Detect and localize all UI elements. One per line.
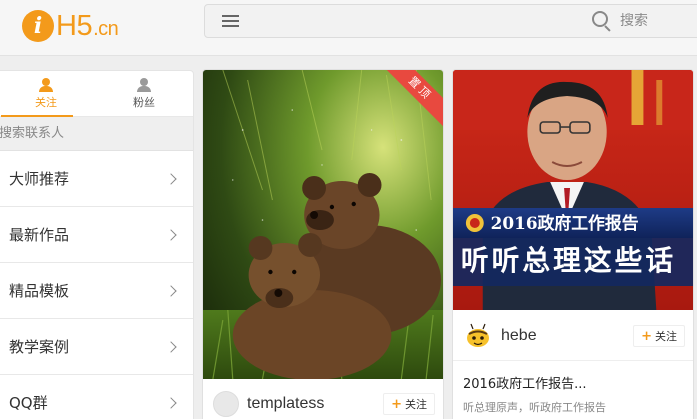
author-row: hebe + 关注 [453,314,693,358]
sidebar-item-label: 教学案例 [9,338,70,356]
ih5-logo[interactable]: i H5.cn [22,8,119,44]
sidebar-item-master-recommend[interactable]: 大师推荐 [0,151,193,207]
sidebar-item-premium-templates[interactable]: 精品模板 [0,263,193,319]
follow-button[interactable]: + 关注 [383,393,435,415]
banner-subtitle: 听听总理这些话 [461,244,676,277]
author-name[interactable]: hebe [501,327,633,345]
sidebar-item-label: QQ群 [9,394,48,412]
sidebar: 关注 粉丝 搜索联系人 大师推荐 最新作品 精品模板 教学案例 QQ群 [0,70,194,419]
search-bar[interactable] [255,4,697,38]
sidebar-item-qq-group[interactable]: QQ群 [0,375,193,419]
logo-suffix: .cn [93,17,119,40]
chevron-right-icon [165,172,177,185]
active-tab-indicator [1,115,73,117]
search-icon[interactable] [592,11,612,32]
government-report-banner-image[interactable]: 2016政府工作报告 听听总理这些话 [453,70,693,310]
work-card[interactable]: 置顶 templatess + 关注 [202,69,444,419]
top-header: i H5.cn [0,0,697,56]
card-description: 听总理原声，听政府工作报告 [463,401,606,414]
chevron-right-icon [165,340,177,353]
chevron-right-icon [165,396,177,409]
tab-fans-label: 粉丝 [133,95,155,109]
card-title[interactable]: 2016政府工作报告... [463,373,683,392]
logo-badge-icon: i [22,10,54,42]
hamburger-icon [221,15,239,27]
hamburger-menu-button[interactable] [204,4,256,38]
person-icon [137,77,151,92]
work-card[interactable]: 2016政府工作报告 听听总理这些话 hebe + 关注 2016政府工作报告..… [452,69,694,419]
tab-following-label: 关注 [35,95,57,109]
author-row: templatess + 关注 [203,382,443,419]
plus-icon: + [641,328,652,344]
follow-tabs: 关注 粉丝 [0,71,193,117]
bee-avatar-icon[interactable] [463,321,493,351]
follow-label: 关注 [405,398,427,411]
chevron-right-icon [165,228,177,241]
tab-following[interactable]: 关注 [0,71,95,116]
follow-label: 关注 [655,330,677,343]
follow-button[interactable]: + 关注 [633,325,685,347]
avatar[interactable] [213,391,239,417]
person-icon [39,77,53,92]
tab-fans[interactable]: 粉丝 [95,71,193,116]
search-input[interactable] [620,13,670,29]
sidebar-item-latest-works[interactable]: 最新作品 [0,207,193,263]
chevron-right-icon [165,284,177,297]
author-name[interactable]: templatess [247,395,383,413]
plus-icon: + [391,396,402,412]
contact-search-input[interactable]: 搜索联系人 [0,117,193,151]
logo-text: H5 [56,9,93,42]
divider [453,360,693,361]
sidebar-item-label: 精品模板 [9,282,70,300]
sidebar-item-label: 大师推荐 [9,170,70,188]
banner-title: 2016政府工作报告 [491,213,639,233]
sidebar-item-teaching-cases[interactable]: 教学案例 [0,319,193,375]
bear-cubs-image[interactable] [203,70,443,379]
sidebar-item-label: 最新作品 [9,226,70,244]
